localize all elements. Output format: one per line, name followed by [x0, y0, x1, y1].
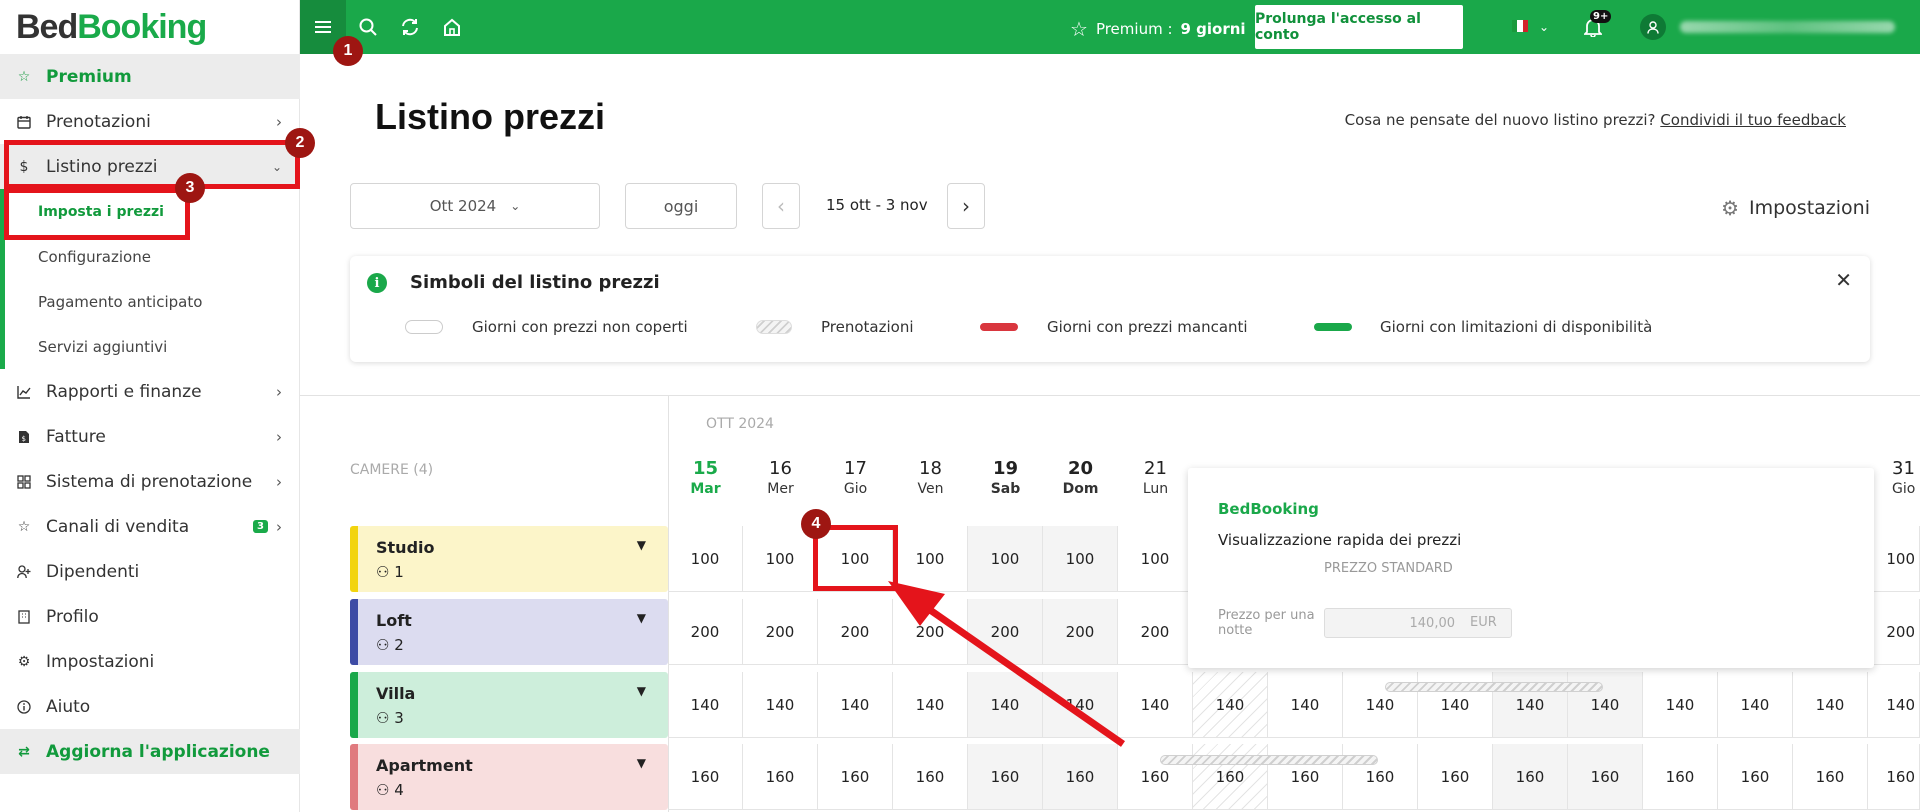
step-marker-1: 1 — [333, 36, 363, 66]
step-marker-4: 4 — [801, 509, 831, 539]
step-marker-2: 2 — [285, 128, 315, 158]
annotation-arrow — [888, 581, 1125, 747]
step-marker-3: 3 — [175, 173, 205, 203]
